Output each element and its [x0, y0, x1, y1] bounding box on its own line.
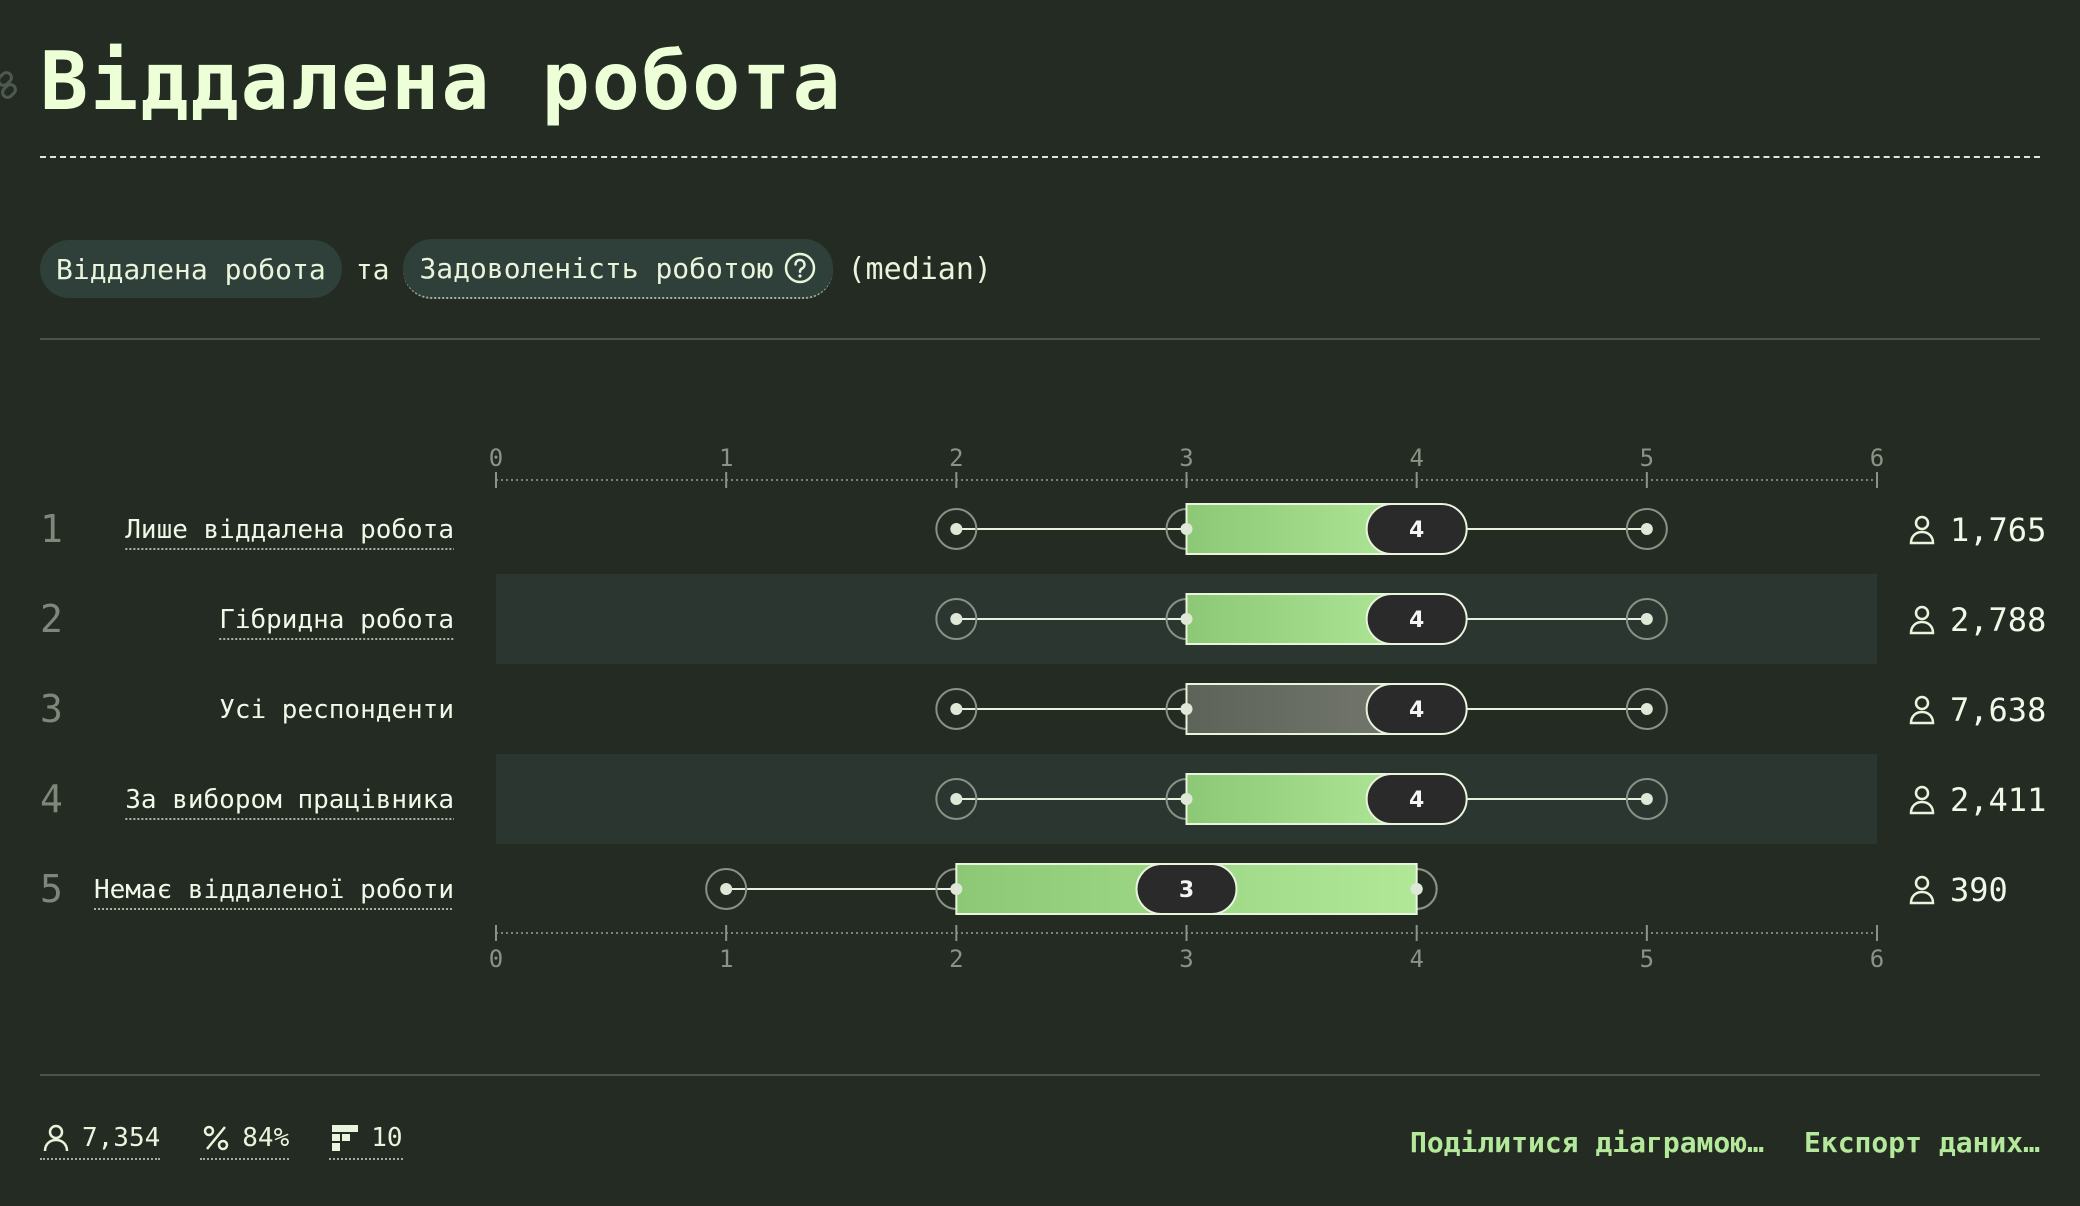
row-index: 1	[40, 507, 63, 551]
q1-marker-dot	[1180, 613, 1193, 625]
footer-divider	[40, 1074, 2040, 1076]
row-count: 2,411	[1950, 781, 2046, 819]
row-count: 2,788	[1950, 601, 2046, 639]
percent-icon	[204, 1125, 229, 1151]
median-label: 4	[1409, 518, 1424, 543]
median-label: 4	[1409, 788, 1424, 813]
footer-stats: 7,354 84% 10	[40, 1122, 403, 1160]
x-tick-label-top: 0	[489, 444, 503, 472]
person-icon	[1909, 875, 1935, 905]
x-tick-label-top: 1	[719, 444, 733, 472]
x-tick-label-top: 3	[1179, 444, 1193, 472]
person-icon	[1909, 695, 1935, 725]
x-tick-label-bottom: 0	[489, 945, 503, 973]
row-index: 3	[40, 687, 63, 731]
row-count: 1,765	[1950, 511, 2046, 549]
boxplot-chart: 0 1 2 3 4 5 6 0 1 2 3 4 5 6 1 Лише віддалена робота 4 1,7…	[40, 444, 2046, 973]
row-label: Усі респонденти	[219, 695, 454, 725]
x-tick-label-bottom: 4	[1409, 945, 1423, 973]
share-chart-button[interactable]: Поділитися діаграмою…	[1410, 1126, 1764, 1159]
x-tick-label-top: 2	[949, 444, 963, 472]
person-icon	[1909, 785, 1935, 815]
whisker-max-dot	[1640, 523, 1653, 535]
x-tick-label-bottom: 6	[1870, 945, 1884, 973]
respondents-count: 7,354	[82, 1123, 161, 1153]
questions-icon	[332, 1125, 359, 1151]
whisker-max-dot	[1640, 613, 1653, 625]
whisker-min-dot	[950, 523, 963, 535]
row-label: Гібридна робота	[219, 605, 454, 635]
x-tick-label-bottom: 3	[1179, 945, 1193, 973]
whisker-min-dot	[950, 613, 963, 625]
row-label: За вибором працівника	[125, 785, 454, 815]
footer-actions: Поділитися діаграмою… Експорт даних…	[1410, 1126, 2040, 1159]
person-icon	[1909, 515, 1935, 545]
x-tick-label-top: 5	[1640, 444, 1654, 472]
row-label: Немає віддаленої роботи	[94, 875, 454, 905]
median-label: 4	[1409, 698, 1424, 723]
q1-marker-dot	[950, 883, 963, 895]
x-tick-label-top: 6	[1870, 444, 1884, 472]
x-tick-label-bottom: 2	[949, 945, 963, 973]
row-count: 7,638	[1950, 691, 2046, 729]
whisker-max-dot	[1640, 703, 1653, 715]
whisker-min-dot	[720, 883, 733, 895]
whisker-min-dot	[950, 703, 963, 715]
person-icon	[43, 1124, 69, 1152]
respondents-stat[interactable]: 7,354	[40, 1122, 161, 1160]
x-tick-label-top: 4	[1409, 444, 1423, 472]
percent-value: 84%	[242, 1123, 290, 1153]
median-label: 4	[1409, 608, 1424, 633]
row-label: Лише віддалена робота	[125, 515, 454, 545]
questions-count: 10	[371, 1123, 403, 1153]
q1-marker-dot	[1180, 703, 1193, 715]
whisker-max-dot	[1410, 883, 1423, 895]
median-label: 3	[1179, 878, 1194, 903]
x-tick-label-bottom: 1	[719, 945, 733, 973]
percent-stat[interactable]: 84%	[200, 1122, 290, 1160]
row-count: 390	[1950, 871, 2008, 909]
q1-marker-dot	[1180, 793, 1193, 805]
row-index: 5	[40, 867, 63, 911]
x-tick-label-bottom: 5	[1640, 945, 1654, 973]
questions-stat[interactable]: 10	[329, 1122, 403, 1160]
person-icon	[1909, 605, 1935, 635]
row-index: 4	[40, 777, 63, 821]
q1-marker-dot	[1180, 523, 1193, 535]
row-index: 2	[40, 597, 63, 641]
whisker-max-dot	[1640, 793, 1653, 805]
whisker-min-dot	[950, 793, 963, 805]
export-data-button[interactable]: Експорт даних…	[1804, 1126, 2040, 1159]
